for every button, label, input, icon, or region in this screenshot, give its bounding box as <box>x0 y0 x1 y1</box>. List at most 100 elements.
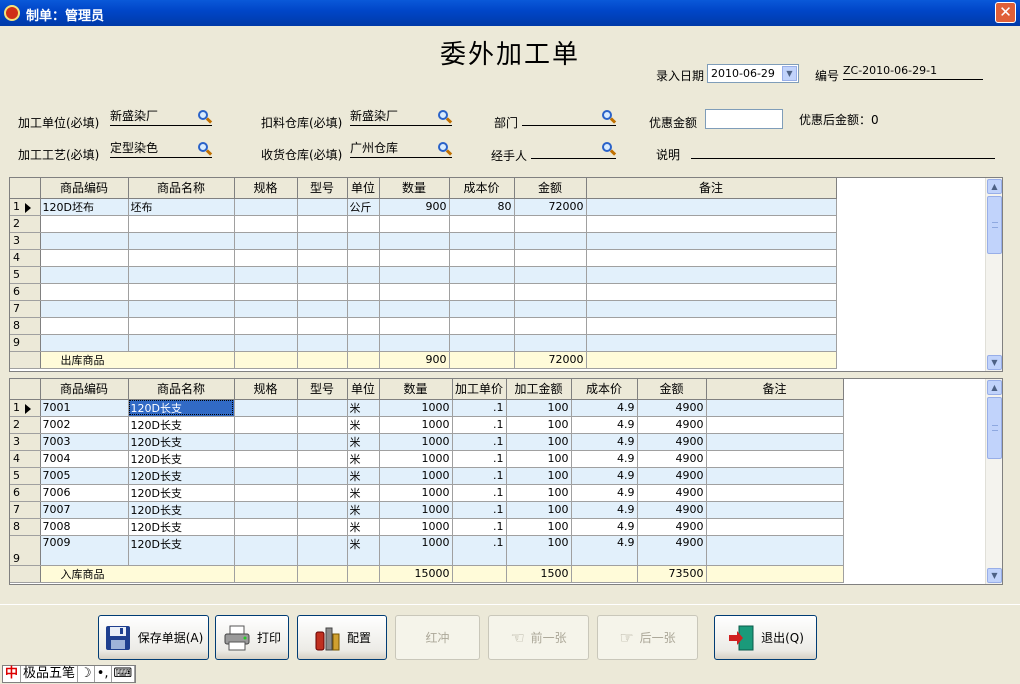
table-cell[interactable] <box>586 249 837 267</box>
table-cell[interactable] <box>297 484 348 502</box>
table-cell[interactable] <box>379 334 450 352</box>
scroll-down-icon[interactable]: ▼ <box>987 568 1002 583</box>
table-cell[interactable]: 120D坯布 <box>40 198 129 216</box>
table-cell[interactable]: 7002 <box>40 416 129 434</box>
table-cell[interactable]: 1000 <box>379 501 453 519</box>
column-header[interactable]: 商品编码 <box>40 178 129 199</box>
table-cell[interactable] <box>449 351 515 369</box>
column-header[interactable]: 单位 <box>347 178 380 199</box>
table-cell[interactable] <box>586 283 837 301</box>
table-cell[interactable]: .1 <box>452 467 507 485</box>
table-cell[interactable] <box>297 198 348 216</box>
table-row[interactable]: 2 7002 120D长支 米 1000.1 100 4.9 4900 <box>10 416 844 434</box>
table-cell[interactable]: 120D长支 <box>128 399 235 417</box>
column-header[interactable]: 备注 <box>586 178 837 199</box>
table-cell[interactable] <box>586 266 837 284</box>
table-cell[interactable]: 米 <box>347 433 380 451</box>
table-cell[interactable]: 4900 <box>637 467 707 485</box>
table-cell[interactable]: 7007 <box>40 501 129 519</box>
table-cell[interactable]: 4.9 <box>571 535 638 566</box>
table-cell[interactable] <box>347 266 380 284</box>
table-cell[interactable]: 1000 <box>379 433 453 451</box>
table-cell[interactable]: 120D长支 <box>128 433 235 451</box>
table-row[interactable]: 9 <box>10 334 837 352</box>
column-header[interactable]: 规格 <box>234 379 298 400</box>
table-cell[interactable]: 4.9 <box>571 433 638 451</box>
scroll-thumb[interactable] <box>987 196 1002 254</box>
footer-label[interactable]: 出库商品 <box>40 351 235 369</box>
moon-icon[interactable]: ☽ <box>78 666 95 682</box>
table-cell[interactable] <box>347 232 380 250</box>
chevron-down-icon[interactable]: ▼ <box>782 66 797 81</box>
table-cell[interactable]: 7006 <box>40 484 129 502</box>
print-button[interactable]: 打印 <box>215 615 289 660</box>
footer-process-amount[interactable]: 1500 <box>506 565 572 583</box>
table-cell[interactable] <box>586 232 837 250</box>
table-cell[interactable] <box>449 283 515 301</box>
table-cell[interactable] <box>514 249 587 267</box>
table-cell[interactable]: 坯布 <box>128 198 235 216</box>
table-cell[interactable]: 120D长支 <box>128 416 235 434</box>
table-cell[interactable]: 100 <box>506 501 572 519</box>
table-cell[interactable] <box>347 334 380 352</box>
table-cell[interactable] <box>297 535 348 566</box>
table-cell[interactable]: 120D长支 <box>128 484 235 502</box>
scroll-thumb[interactable] <box>987 397 1002 459</box>
table-cell[interactable] <box>40 283 129 301</box>
discount-input[interactable] <box>705 109 783 129</box>
table-cell[interactable]: 7008 <box>40 518 129 536</box>
table-row[interactable]: 1 120D坯布 坯布 公斤 900 80 72000 <box>10 198 837 216</box>
table-cell[interactable]: 4.9 <box>571 450 638 468</box>
row-number[interactable]: 2 <box>10 215 41 233</box>
table-cell[interactable]: 4900 <box>637 484 707 502</box>
table-cell[interactable] <box>234 283 298 301</box>
table-cell[interactable]: 100 <box>506 484 572 502</box>
table-cell[interactable]: 120D长支 <box>128 450 235 468</box>
table-cell[interactable] <box>40 215 129 233</box>
table-cell[interactable] <box>234 416 298 434</box>
table-cell[interactable]: 1000 <box>379 518 453 536</box>
column-header[interactable]: 成本价 <box>449 178 515 199</box>
table-cell[interactable]: .1 <box>452 501 507 519</box>
keyboard-icon[interactable]: ⌨ <box>112 666 136 682</box>
table-cell[interactable] <box>706 450 844 468</box>
footer-qty[interactable]: 15000 <box>379 565 453 583</box>
table-cell[interactable] <box>297 351 348 369</box>
table-cell[interactable] <box>234 351 298 369</box>
column-header[interactable]: 加工单价 <box>452 379 507 400</box>
table-cell[interactable]: .1 <box>452 433 507 451</box>
table-cell[interactable]: 100 <box>506 416 572 434</box>
table-cell[interactable] <box>706 433 844 451</box>
table-cell[interactable] <box>297 467 348 485</box>
column-header[interactable]: 数量 <box>379 379 453 400</box>
table-cell[interactable]: 米 <box>347 484 380 502</box>
table-row[interactable]: 8 7008 120D长支 米 1000.1 100 4.9 4900 <box>10 518 844 536</box>
table-cell[interactable]: 100 <box>506 399 572 417</box>
table-cell[interactable]: 100 <box>506 518 572 536</box>
table-row[interactable]: 6 7006 120D长支 米 1000.1 100 4.9 4900 <box>10 484 844 502</box>
table-cell[interactable] <box>514 300 587 318</box>
deduct-warehouse-field[interactable]: 新盛染厂 <box>350 109 452 126</box>
table-cell[interactable]: 4.9 <box>571 501 638 519</box>
table-cell[interactable] <box>234 535 298 566</box>
table-cell[interactable] <box>379 232 450 250</box>
row-header[interactable] <box>10 351 41 369</box>
table-cell[interactable]: 100 <box>506 535 572 566</box>
table-cell[interactable] <box>40 300 129 318</box>
table-cell[interactable]: .1 <box>452 399 507 417</box>
row-number[interactable]: 1 <box>10 198 41 216</box>
table-cell[interactable]: 米 <box>347 416 380 434</box>
table-cell[interactable] <box>347 351 380 369</box>
table-cell[interactable]: 4900 <box>637 433 707 451</box>
table-cell[interactable]: 7009 <box>40 535 129 566</box>
table-cell[interactable] <box>379 317 450 335</box>
table-cell[interactable]: 4900 <box>637 450 707 468</box>
table-cell[interactable]: 4.9 <box>571 399 638 417</box>
table-cell[interactable] <box>297 317 348 335</box>
table-cell[interactable] <box>449 232 515 250</box>
table-cell[interactable]: 120D长支 <box>128 501 235 519</box>
table-cell[interactable] <box>347 565 380 583</box>
table-cell[interactable] <box>128 266 235 284</box>
config-button[interactable]: 配置 <box>297 615 387 660</box>
table-cell[interactable] <box>347 215 380 233</box>
